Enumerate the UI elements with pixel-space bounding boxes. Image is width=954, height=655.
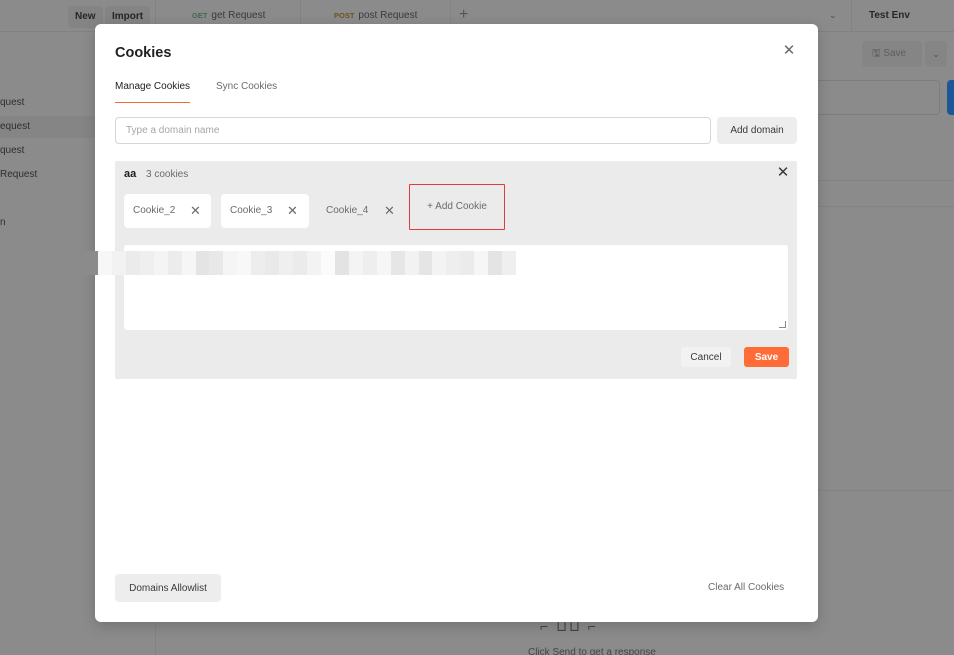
request-tab-label: post Request — [358, 10, 418, 21]
cookie-chip[interactable]: Cookie_3 ✕ — [221, 194, 309, 228]
background-save-button[interactable]: 🖫 Save — [862, 41, 922, 67]
add-domain-button[interactable]: Add domain — [717, 117, 797, 144]
domain-input[interactable] — [115, 117, 711, 144]
modal-title: Cookies — [115, 45, 172, 61]
domain-name: aa — [124, 168, 137, 180]
domains-allowlist-button[interactable]: Domains Allowlist — [115, 574, 221, 602]
remove-domain-icon[interactable]: ✕ — [775, 165, 791, 181]
add-cookie-button[interactable]: + Add Cookie — [409, 184, 505, 230]
chevron-down-icon[interactable]: ⌄ — [925, 41, 947, 67]
response-hint: Click Send to get a response — [528, 647, 656, 655]
resize-handle-icon[interactable] — [779, 321, 786, 328]
cookies-modal: Cookies ✕ Manage Cookies Sync Cookies Ad… — [95, 24, 818, 622]
method-badge: POST — [334, 11, 355, 20]
cookie-chip[interactable]: Cookie_2 ✕ — [124, 194, 211, 228]
close-icon[interactable]: ✕ — [781, 43, 797, 59]
cookie-count: 3 cookies — [146, 169, 189, 180]
clear-all-cookies-link[interactable]: Clear All Cookies — [708, 582, 784, 593]
cookie-name: Cookie_3 — [230, 205, 273, 216]
divider — [800, 206, 954, 207]
cookie-name: Cookie_4 — [326, 205, 369, 216]
cookie-chip[interactable]: Cookie_4 ✕ — [317, 194, 403, 228]
save-label: Save — [883, 48, 907, 59]
chevron-down-icon[interactable]: ⌄ — [829, 10, 837, 21]
redacted-cookie-value — [84, 251, 517, 275]
divider — [800, 490, 954, 491]
method-badge: GET — [192, 11, 208, 20]
close-icon[interactable]: ✕ — [384, 194, 395, 228]
tab-sync-cookies[interactable]: Sync Cookies — [216, 81, 277, 103]
cookie-name: Cookie_2 — [133, 205, 176, 216]
close-icon[interactable]: ✕ — [287, 194, 298, 228]
request-tab-label: get Request — [211, 10, 266, 21]
tab-manage-cookies[interactable]: Manage Cookies — [115, 81, 191, 103]
divider — [800, 180, 954, 181]
close-icon[interactable]: ✕ — [190, 194, 201, 228]
send-button[interactable] — [947, 80, 954, 115]
cancel-button[interactable]: Cancel — [681, 347, 731, 367]
url-input[interactable] — [800, 80, 940, 115]
save-button[interactable]: Save — [744, 347, 789, 367]
save-icon: 🖫 — [872, 48, 881, 59]
environment-selector[interactable]: Test Env — [851, 0, 954, 32]
plus-icon[interactable]: + — [459, 6, 468, 24]
